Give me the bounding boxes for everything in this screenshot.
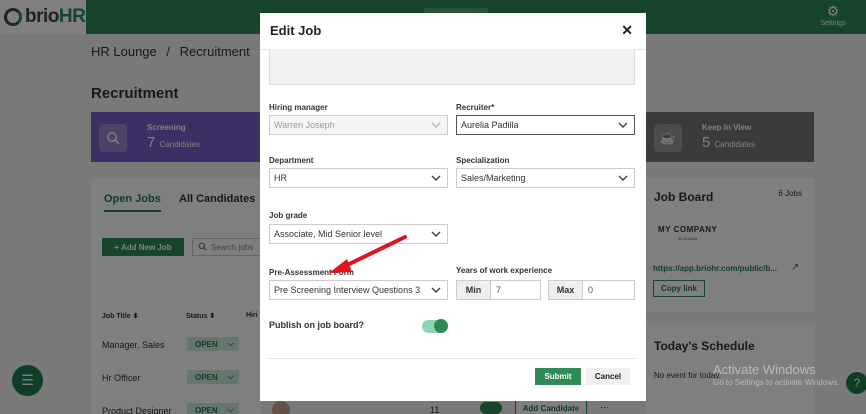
recruiter-label: Recruiter* bbox=[456, 103, 495, 112]
divider bbox=[269, 358, 635, 359]
experience-min-input[interactable]: 7 bbox=[490, 280, 541, 300]
toggle-knob bbox=[434, 319, 448, 333]
hiring-manager-select[interactable]: Warren Joseph bbox=[269, 115, 448, 135]
hiring-manager-label: Hiring manager bbox=[269, 103, 328, 112]
submit-button[interactable]: Submit bbox=[535, 368, 581, 385]
department-label: Department bbox=[269, 156, 314, 165]
publish-toggle[interactable] bbox=[422, 319, 448, 333]
experience-label: Years of work experience bbox=[456, 266, 553, 275]
specialization-label: Specialization bbox=[456, 156, 510, 165]
experience-max-input[interactable]: 0 bbox=[582, 280, 635, 300]
modal-title: Edit Job bbox=[270, 23, 322, 38]
experience-max-label: Max bbox=[548, 280, 583, 300]
chevron-down-icon bbox=[617, 119, 629, 131]
chevron-down-icon bbox=[430, 172, 442, 184]
chevron-down-icon bbox=[617, 172, 629, 184]
job-grade-label: Job grade bbox=[269, 211, 308, 220]
publish-label: Publish on job board? bbox=[269, 320, 364, 330]
job-description-textarea[interactable] bbox=[269, 49, 635, 85]
edit-job-modal: Edit Job ✕ Hiring manager Warren Joseph … bbox=[260, 13, 646, 401]
chevron-down-icon bbox=[430, 119, 442, 131]
specialization-select[interactable]: Sales/Marketing bbox=[456, 168, 635, 188]
department-select[interactable]: HR bbox=[269, 168, 448, 188]
experience-min-label: Min bbox=[456, 280, 491, 300]
chevron-down-icon bbox=[430, 284, 442, 296]
cancel-button[interactable]: Cancel bbox=[586, 368, 630, 385]
pre-assessment-select[interactable]: Pre Screening Interview Questions 3 bbox=[269, 280, 448, 300]
chevron-down-icon bbox=[430, 228, 442, 240]
annotation-arrow-icon bbox=[329, 235, 407, 273]
recruiter-select[interactable]: Aurelia Padilla bbox=[456, 115, 635, 135]
close-icon[interactable]: ✕ bbox=[621, 22, 633, 39]
